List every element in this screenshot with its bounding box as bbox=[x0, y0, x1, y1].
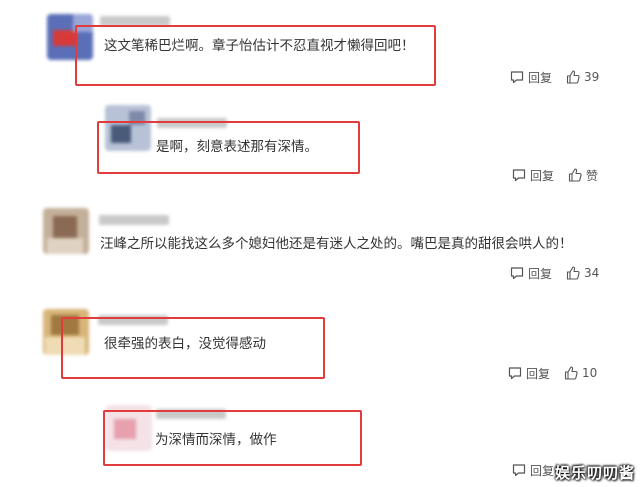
username[interactable] bbox=[99, 215, 169, 225]
comment-text: 这文笔稀巴烂啊。章子怡估计不忍直视才懒得回吧！ bbox=[104, 38, 415, 54]
reply-button[interactable]: 回复 bbox=[510, 69, 552, 86]
comment-actions: 回复 10 bbox=[508, 364, 597, 382]
like-count: 10 bbox=[582, 366, 598, 380]
comment-actions: 回复 34 bbox=[510, 264, 599, 282]
like-button[interactable]: 赞 bbox=[568, 167, 598, 184]
reply-label: 回复 bbox=[528, 70, 553, 85]
comment-bubble-icon bbox=[510, 267, 524, 280]
like-count: 34 bbox=[584, 266, 600, 280]
like-button[interactable]: 39 bbox=[566, 70, 599, 84]
comment-bubble-icon bbox=[508, 367, 522, 380]
comment-text: 是啊，刻意表述那有深情。 bbox=[156, 139, 318, 155]
comment-text: 很牵强的表白，没觉得感动 bbox=[104, 336, 266, 352]
like-count: 39 bbox=[584, 70, 600, 84]
comment-bubble-icon bbox=[512, 169, 526, 182]
reply-label: 回复 bbox=[530, 168, 555, 183]
comment-actions: 回复 赞 bbox=[512, 166, 598, 184]
comment-bubble-icon bbox=[512, 464, 526, 477]
comment-actions: 回复 39 bbox=[510, 68, 599, 86]
thumbs-up-icon bbox=[564, 366, 578, 380]
comment-2: 是啊，刻意表述那有深情。 回复 赞 bbox=[0, 100, 641, 200]
reply-label: 回复 bbox=[526, 366, 551, 381]
comment-4: 很牵强的表白，没觉得感动 回复 10 bbox=[0, 300, 641, 395]
comment-bubble-icon bbox=[510, 71, 524, 84]
thumbs-up-icon bbox=[566, 266, 580, 280]
comment-text: 为深情而深情，做作 bbox=[155, 432, 277, 448]
like-label: 赞 bbox=[586, 168, 599, 183]
like-button[interactable]: 10 bbox=[564, 366, 597, 380]
reply-button[interactable]: 回复 bbox=[510, 265, 552, 282]
comment-5: 为深情而深情，做作 回复 bbox=[0, 395, 641, 487]
like-button[interactable]: 34 bbox=[566, 266, 599, 280]
reply-button[interactable]: 回复 bbox=[508, 365, 550, 382]
comment-text: 汪峰之所以能找这么多个媳妇他还是有迷人之处的。嘴巴是真的甜很会哄人的！ bbox=[100, 236, 573, 252]
watermark: 娱乐叨叨酱 bbox=[554, 464, 635, 482]
thumbs-up-icon bbox=[566, 70, 580, 84]
avatar[interactable] bbox=[43, 208, 89, 254]
reply-label: 回复 bbox=[528, 266, 553, 281]
comment-actions: 回复 bbox=[512, 461, 554, 479]
comment-1: 这文笔稀巴烂啊。章子怡估计不忍直视才懒得回吧！ 回复 39 bbox=[0, 0, 641, 100]
reply-button[interactable]: 回复 bbox=[512, 462, 554, 479]
reply-button[interactable]: 回复 bbox=[512, 167, 554, 184]
comment-3: 汪峰之所以能找这么多个媳妇他还是有迷人之处的。嘴巴是真的甜很会哄人的！ 回复 3… bbox=[0, 200, 641, 300]
reply-label: 回复 bbox=[530, 463, 555, 478]
thumbs-up-icon bbox=[568, 168, 582, 182]
